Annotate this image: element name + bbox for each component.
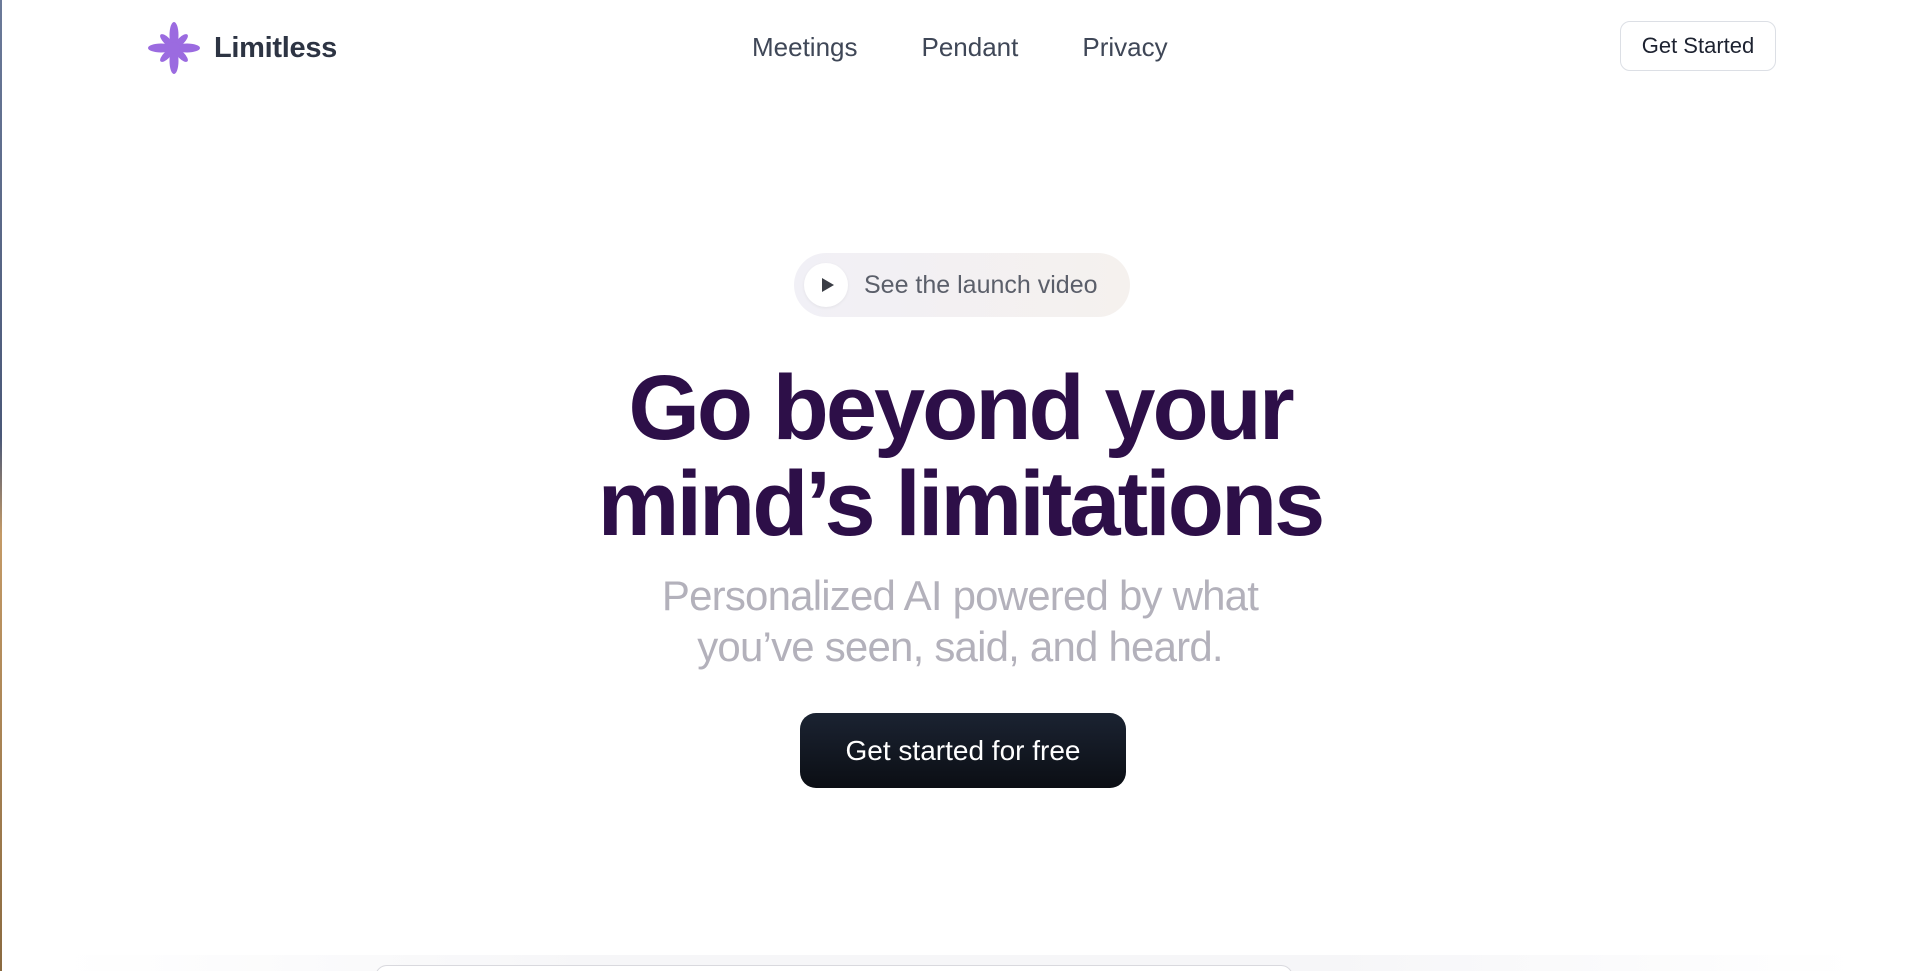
brand-name: Limitless (214, 31, 338, 64)
nav-link-pendant[interactable]: Pendant (922, 32, 1019, 63)
hero-subheading-line-2: you’ve seen, said, and heard. (697, 623, 1223, 670)
get-started-button[interactable]: Get Started (1620, 21, 1776, 71)
preview-card-top (375, 965, 1293, 971)
hero-subheading: Personalized AI powered by what you’ve s… (560, 570, 1360, 672)
launch-video-button[interactable]: See the launch video (794, 253, 1130, 317)
main-nav: Meetings Pendant Privacy (752, 32, 1168, 63)
hero-headline-line-2: mind’s limitations (597, 453, 1326, 555)
get-started-free-button[interactable]: Get started for free (800, 713, 1126, 788)
window-edge (0, 0, 2, 971)
landing-page: Limitless Meetings Pendant Privacy Get S… (0, 0, 1920, 971)
nav-link-privacy[interactable]: Privacy (1082, 32, 1167, 63)
sparkle-logo-icon (148, 22, 200, 74)
hero-headline: Go beyond your mind’s limitations (460, 360, 1460, 552)
brand-logo-link[interactable]: Limitless (148, 22, 337, 74)
play-icon (804, 263, 848, 307)
nav-link-meetings[interactable]: Meetings (752, 32, 858, 63)
site-header: Limitless Meetings Pendant Privacy Get S… (0, 0, 1920, 96)
launch-video-label: See the launch video (864, 270, 1098, 299)
hero-headline-line-1: Go beyond your (628, 357, 1294, 459)
hero-subheading-line-1: Personalized AI powered by what (661, 572, 1259, 619)
